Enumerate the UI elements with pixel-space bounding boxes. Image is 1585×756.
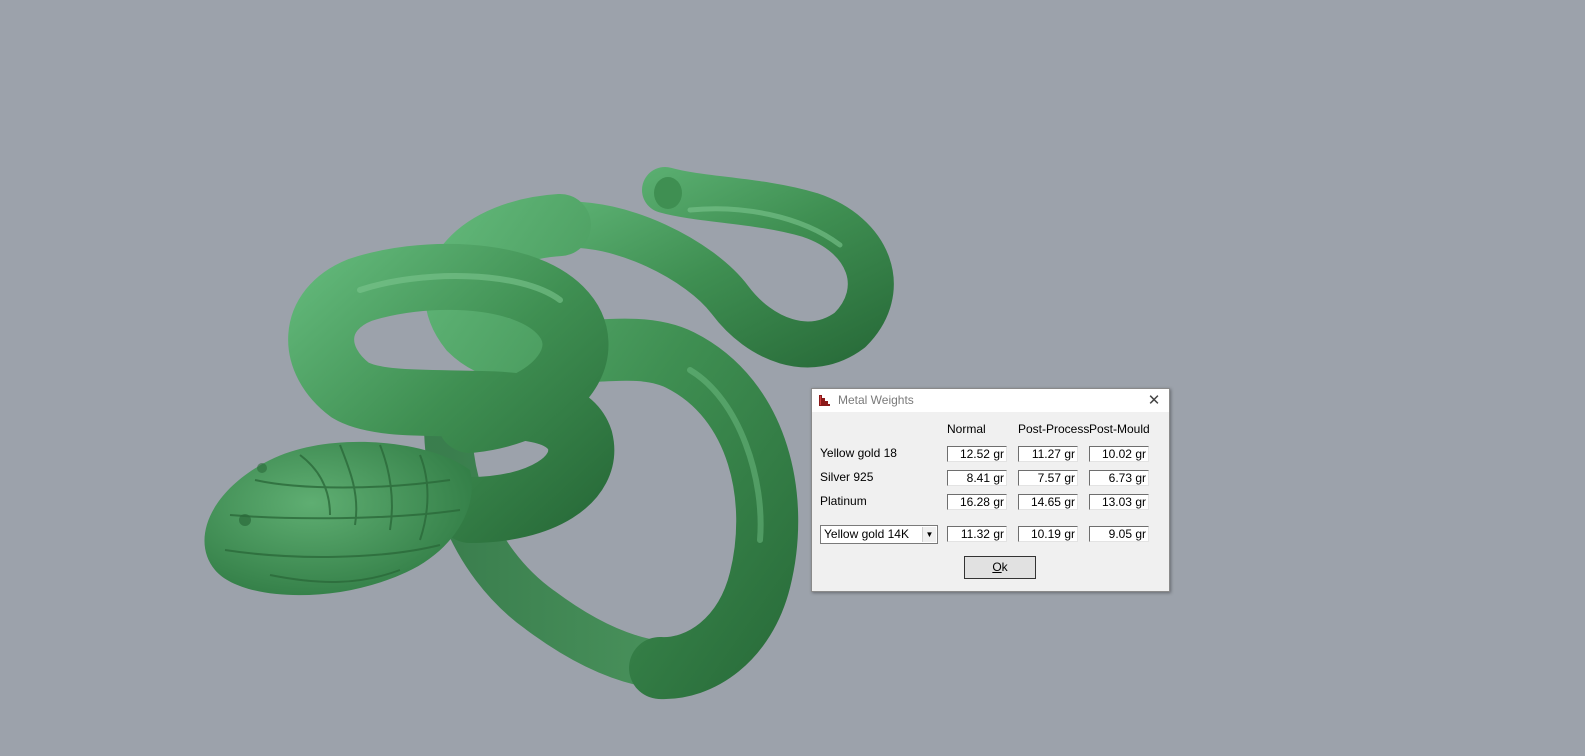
metal-select-dropdown[interactable]: Yellow gold 14K ▼ (820, 525, 938, 544)
yellow-gold-18-post-mould-field[interactable]: 10.02 gr (1089, 446, 1149, 462)
close-icon[interactable]: ✕ (1145, 392, 1163, 409)
platinum-post-mould-field[interactable]: 13.03 gr (1089, 494, 1149, 510)
dialog-title: Metal Weights (838, 393, 914, 407)
metal-weights-dialog: Metal Weights ✕ Normal Post-Process Post… (811, 388, 1170, 592)
dialog-titlebar[interactable]: Metal Weights ✕ (812, 389, 1169, 412)
column-header-post-mould: Post-Mould (1089, 422, 1150, 436)
yellow-gold-18-post-process-field[interactable]: 11.27 gr (1018, 446, 1078, 462)
3d-viewport[interactable] (0, 0, 1585, 756)
custom-metal-normal-field[interactable]: 11.32 gr (947, 526, 1007, 542)
app-logo-icon (819, 395, 830, 406)
column-header-normal: Normal (947, 422, 986, 436)
platinum-normal-field[interactable]: 16.28 gr (947, 494, 1007, 510)
silver-925-post-mould-field[interactable]: 6.73 gr (1089, 470, 1149, 486)
ok-button[interactable]: Ok (964, 556, 1036, 579)
silver-925-post-process-field[interactable]: 7.57 gr (1018, 470, 1078, 486)
yellow-gold-18-normal-field[interactable]: 12.52 gr (947, 446, 1007, 462)
silver-925-normal-field[interactable]: 8.41 gr (947, 470, 1007, 486)
row-label-platinum: Platinum (820, 494, 867, 508)
chevron-down-icon[interactable]: ▼ (922, 527, 936, 542)
snake-ring-model (204, 167, 894, 700)
column-header-post-process: Post-Process (1018, 422, 1090, 436)
ok-button-label: k (1001, 560, 1008, 574)
platinum-post-process-field[interactable]: 14.65 gr (1018, 494, 1078, 510)
row-label-yellow-gold-18: Yellow gold 18 (820, 446, 897, 460)
metal-select-value: Yellow gold 14K (824, 527, 909, 541)
custom-metal-post-process-field[interactable]: 10.19 gr (1018, 526, 1078, 542)
custom-metal-post-mould-field[interactable]: 9.05 gr (1089, 526, 1149, 542)
row-label-silver-925: Silver 925 (820, 470, 874, 484)
ok-button-mnemonic: O (992, 560, 1002, 574)
